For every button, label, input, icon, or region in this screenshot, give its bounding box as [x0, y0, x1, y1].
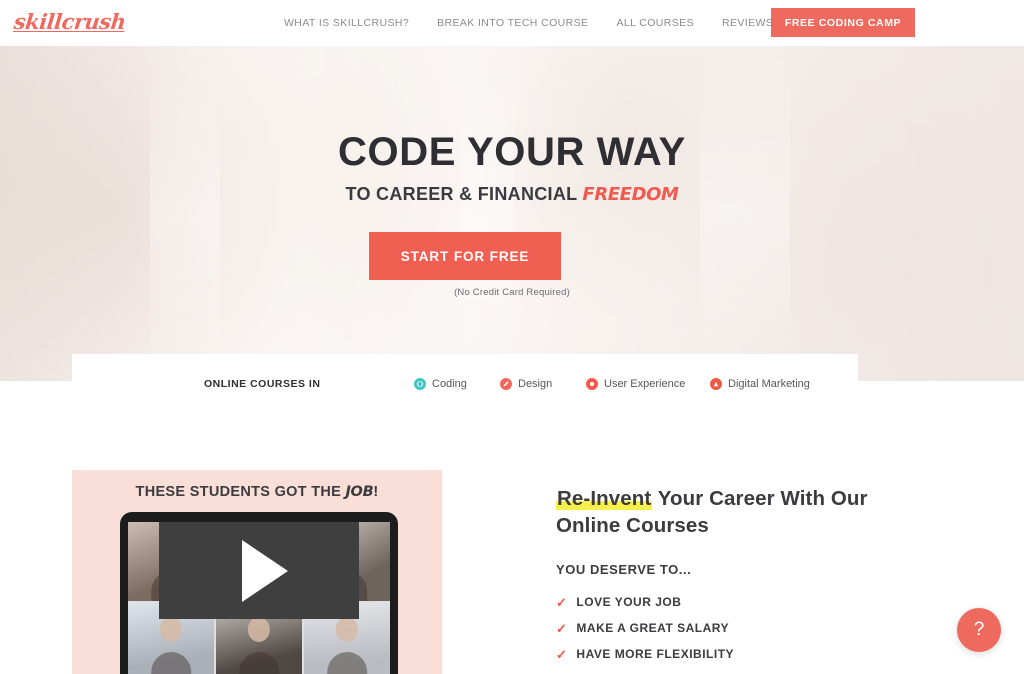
benefit-label: HAVE MORE FLEXIBILITY [576, 647, 735, 662]
skillcrush-logo[interactable]: skillcrush [13, 9, 127, 34]
video-grid [128, 522, 390, 674]
course-filter-digital-marketing[interactable]: Digital Marketing [710, 378, 810, 390]
megaphone-circle-icon [710, 378, 722, 390]
benefit-item: ✓ HAVE MORE FLEXIBILITY [556, 647, 886, 661]
course-filter-design[interactable]: Design [500, 378, 552, 390]
nav-item-what-is-skillcrush[interactable]: WHAT IS SKILLCRUSH? [270, 17, 423, 29]
hero-subheadline-accent: FREEDOM [582, 184, 679, 205]
benefit-label: LOVE YOUR JOB [576, 595, 682, 610]
tablet-frame [120, 512, 398, 674]
check-icon: ✓ [556, 646, 568, 662]
pencil-circle-icon [500, 378, 512, 390]
video-card-title-suffix: ! [373, 484, 379, 500]
hero-headline: CODE YOUR WAY [338, 130, 686, 174]
hero-subheadline: TO CAREER & FINANCIAL FREEDOM [0, 184, 1024, 205]
video-card-title: THESE STUDENTS GOT THE JOB! [72, 484, 442, 500]
video-card-title-accent: JOB [345, 484, 374, 500]
site-header: skillcrush WHAT IS SKILLCRUSH? BREAK INT… [0, 0, 1024, 46]
student-video-card: THESE STUDENTS GOT THE JOB! [72, 470, 442, 674]
code-circle-icon [414, 378, 426, 390]
course-filter-label: Design [518, 378, 553, 390]
start-for-free-button[interactable]: START FOR FREE [369, 232, 561, 280]
page-root: skillcrush WHAT IS SKILLCRUSH? BREAK INT… [0, 0, 1024, 674]
benefits-kicker: YOU DESERVE TO... [556, 562, 692, 578]
online-courses-bar: ONLINE COURSES IN Coding Design User Exp… [72, 354, 858, 414]
section-heading-highlight: Re-Invent [556, 487, 653, 510]
course-filter-coding[interactable]: Coding [414, 378, 467, 390]
course-filter-label: User Experience [604, 378, 686, 390]
free-coding-camp-button[interactable]: FREE CODING CAMP [771, 8, 915, 37]
benefits-list: ✓ LOVE YOUR JOB ✓ MAKE A GREAT SALARY ✓ … [556, 595, 886, 661]
nav-item-all-courses[interactable]: ALL COURSES [602, 17, 708, 29]
cursor-circle-icon [586, 378, 598, 390]
hero-bg-streak [460, 46, 515, 381]
play-video-button[interactable] [159, 522, 359, 619]
help-button[interactable]: ? [957, 608, 1001, 652]
check-icon: ✓ [556, 620, 568, 636]
course-filter-label: Digital Marketing [728, 378, 810, 390]
course-filter-user-experience[interactable]: User Experience [586, 378, 685, 390]
section-heading: Re-Invent Your Career With Our Online Co… [556, 485, 886, 539]
nav-item-break-into-tech-course[interactable]: BREAK INTO TECH COURSE [423, 17, 602, 29]
hero-section: CODE YOUR WAY TO CAREER & FINANCIAL FREE… [0, 46, 1024, 381]
reinvent-section: Re-Invent Your Career With Our Online Co… [556, 485, 886, 673]
hero-disclaimer: (No Credit Card Required) [454, 287, 570, 298]
benefit-label: MAKE A GREAT SALARY [576, 621, 730, 636]
course-filter-label: Coding [432, 378, 467, 390]
video-card-title-text: THESE STUDENTS GOT THE [135, 484, 346, 500]
hero-bg-streak [150, 46, 220, 381]
hero-bg-streak [700, 46, 790, 381]
main-nav: WHAT IS SKILLCRUSH? BREAK INTO TECH COUR… [270, 0, 846, 46]
benefit-item: ✓ LOVE YOUR JOB [556, 595, 886, 609]
hero-subheadline-text: TO CAREER & FINANCIAL [345, 184, 583, 204]
online-courses-label: ONLINE COURSES IN [204, 378, 321, 390]
check-icon: ✓ [556, 594, 568, 610]
play-icon [242, 539, 288, 602]
benefit-item: ✓ MAKE A GREAT SALARY [556, 621, 886, 635]
